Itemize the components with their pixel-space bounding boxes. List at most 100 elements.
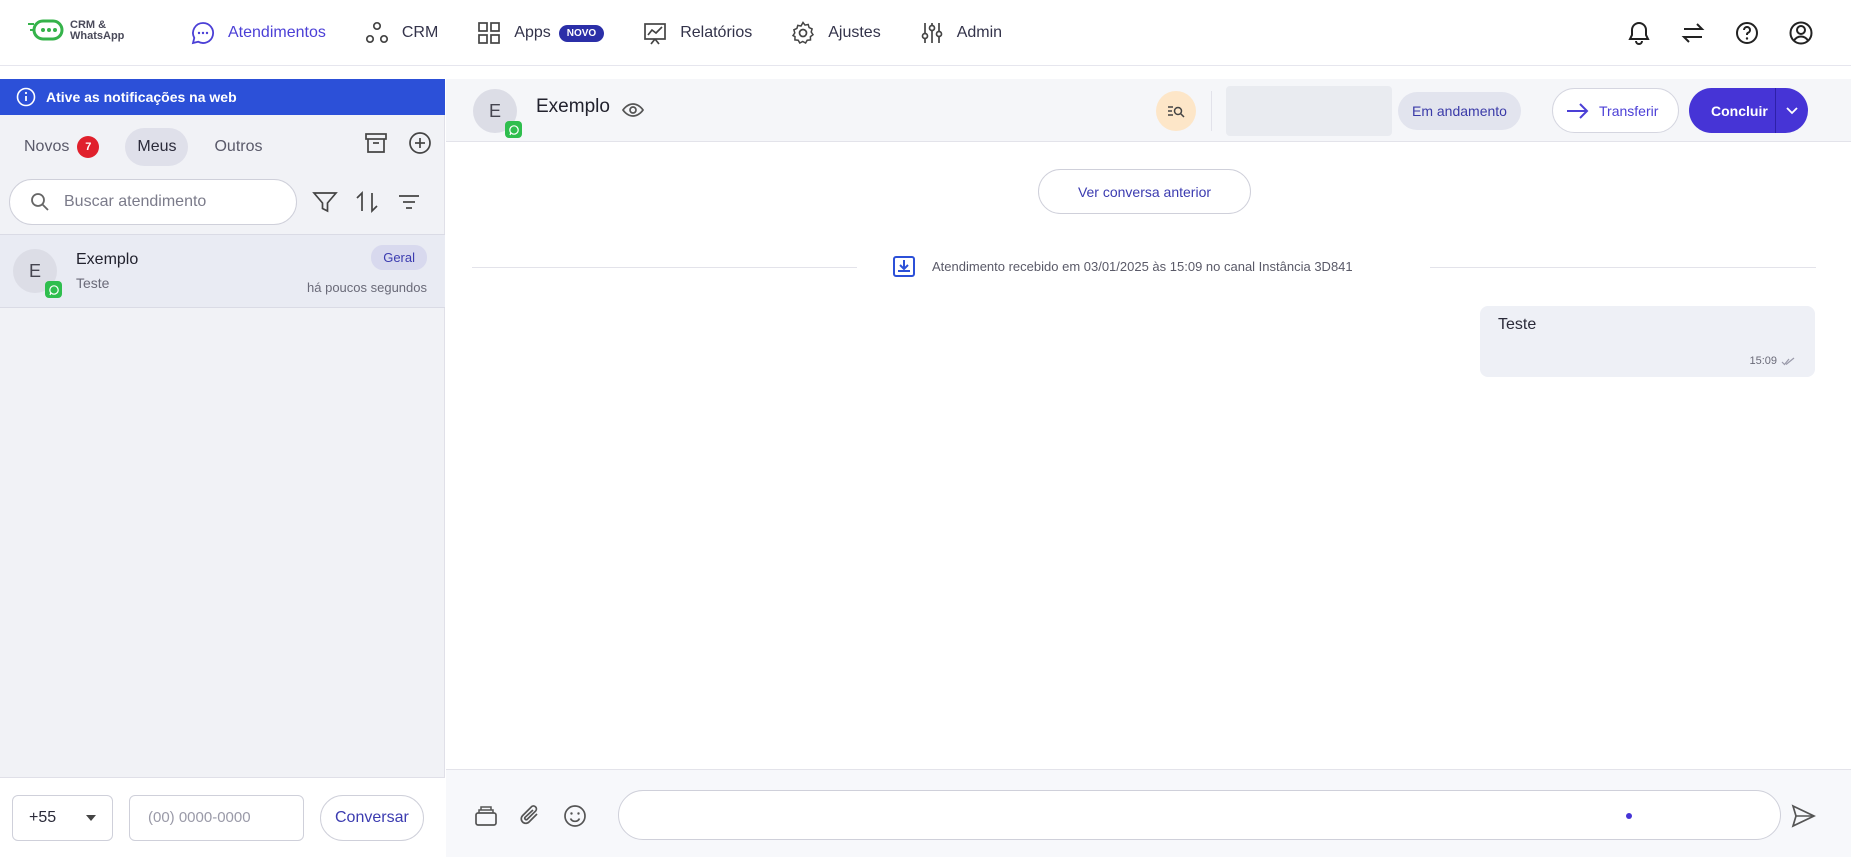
top-right-icons (1625, 0, 1815, 66)
logo[interactable]: CRM & WhatsApp (28, 18, 124, 44)
typing-indicator-dot (1626, 813, 1632, 819)
nav-label-crm: CRM (401, 24, 439, 41)
header-placeholder-area (1226, 86, 1392, 136)
country-code-select[interactable]: +55 (12, 794, 113, 841)
chevron-down-icon (1786, 106, 1798, 114)
conclude-label: Concluir (1711, 102, 1768, 119)
tab-outros-label: Outros (214, 138, 263, 155)
country-code-value: +55 (29, 808, 57, 826)
conversation-name: Exemplo (76, 251, 139, 268)
new-badge: NOVO (558, 24, 605, 42)
quick-replies-icon[interactable] (473, 803, 499, 829)
nav-item-admin[interactable]: Admin (919, 20, 1002, 46)
message-composer (446, 769, 1851, 857)
arrow-right-icon (1567, 102, 1589, 119)
conversation-list-item[interactable]: E Exemplo Teste Geral há poucos segundos (0, 234, 445, 308)
whatsapp-icon (45, 281, 62, 298)
sliders-icon (921, 23, 943, 43)
phone-input[interactable] (148, 809, 288, 826)
novos-count-badge: 7 (77, 136, 100, 158)
emoji-icon[interactable] (562, 803, 588, 829)
gear-icon (792, 21, 815, 44)
avatar-initial: E (28, 260, 41, 281)
search-input[interactable] (64, 193, 274, 211)
system-message: Atendimento recebido em 03/01/2025 às 15… (892, 254, 1353, 278)
logo-line-2: WhatsApp (70, 30, 125, 42)
list-search-icon (1168, 106, 1185, 118)
tab-novos[interactable]: Novos 7 (12, 126, 111, 168)
conversation-tabs: Novos 7 Meus Outros (0, 124, 445, 170)
chat-contact-name[interactable]: Exemplo (536, 96, 610, 118)
transfer-button[interactable]: Transferir (1552, 88, 1679, 133)
chevron-down-icon (86, 814, 96, 821)
tab-outros[interactable]: Outros (202, 128, 274, 166)
eye-icon[interactable] (621, 98, 645, 122)
help-icon[interactable] (1733, 19, 1761, 47)
paperclip-icon[interactable] (518, 803, 544, 829)
app-root: CRM & WhatsApp Atendimentos CRM Apps NOV… (0, 0, 1851, 857)
search-messages-button[interactable] (1156, 91, 1196, 131)
phone-field[interactable] (129, 794, 304, 841)
conversation-time: há poucos segundos (307, 280, 427, 295)
crm-nodes-icon (365, 21, 388, 44)
chat-messages-area: Ver conversa anterior Atendimento recebi… (446, 142, 1851, 769)
swap-arrows-icon[interactable] (1679, 19, 1707, 47)
report-chart-icon (644, 23, 667, 45)
add-circle-icon[interactable] (407, 130, 433, 156)
message-input[interactable] (618, 790, 1781, 840)
divider-line-left (472, 267, 857, 268)
start-conversation-button[interactable]: Conversar (320, 794, 424, 841)
filter-lines-icon[interactable] (395, 188, 423, 216)
nav-item-apps[interactable]: Apps NOVO (476, 20, 605, 46)
conclude-dropdown-toggle[interactable] (1776, 106, 1808, 116)
message-time: 15:09 (1749, 355, 1777, 367)
chat-header: E Exemplo Em andamento Transferir Conclu… (446, 79, 1851, 142)
transfer-label: Transferir (1599, 102, 1659, 119)
new-conversation-footer: +55 Conversar (0, 777, 445, 857)
outgoing-message-bubble[interactable]: Teste 15:09 (1480, 306, 1815, 377)
top-navbar: CRM & WhatsApp Atendimentos CRM Apps NOV… (0, 0, 1851, 66)
message-meta: 15:09 (1749, 355, 1795, 367)
search-icon (31, 193, 49, 211)
logo-text: CRM & WhatsApp (70, 20, 124, 42)
send-icon[interactable] (1790, 803, 1816, 829)
nav-item-crm[interactable]: CRM (364, 20, 438, 46)
header-divider (1211, 91, 1212, 131)
previous-conversation-button[interactable]: Ver conversa anterior (1038, 169, 1251, 214)
tab-meus-label: Meus (137, 138, 177, 155)
info-icon (16, 87, 36, 107)
notification-banner[interactable]: Ative as notificações na web (0, 79, 445, 115)
nav-label-apps: Apps (514, 24, 551, 41)
main-nav: Atendimentos CRM Apps NOVO Relatórios Aj… (190, 0, 1002, 66)
search-box[interactable] (9, 179, 297, 225)
conclude-button[interactable]: Concluir (1689, 88, 1808, 133)
bell-icon[interactable] (1625, 19, 1653, 47)
archive-icon[interactable] (363, 130, 389, 156)
filter-funnel-icon[interactable] (311, 188, 339, 216)
status-badge: Em andamento (1398, 92, 1521, 130)
chat-bubble-icon (191, 22, 215, 45)
divider-line-right (1430, 267, 1816, 268)
tab-meus[interactable]: Meus (125, 128, 189, 166)
nav-item-relatorios[interactable]: Relatórios (642, 20, 752, 46)
apps-grid-icon (478, 22, 501, 44)
conversation-tag: Geral (371, 245, 427, 270)
tab-novos-label: Novos (24, 138, 70, 155)
sort-arrows-icon[interactable] (353, 188, 381, 216)
inbox-download-icon (893, 256, 915, 277)
nav-item-atendimentos[interactable]: Atendimentos (190, 20, 326, 46)
conversation-last-message: Teste (76, 275, 110, 291)
nav-item-ajustes[interactable]: Ajustes (790, 20, 881, 46)
double-check-icon (1781, 357, 1795, 365)
notification-banner-text: Ative as notificações na web (46, 89, 237, 105)
tab-actions (363, 130, 433, 156)
nav-label-relatorios: Relatórios (680, 24, 753, 41)
nav-label-admin: Admin (956, 24, 1003, 41)
whatsapp-icon (505, 121, 522, 138)
system-message-text: Atendimento recebido em 03/01/2025 às 15… (932, 258, 1353, 274)
user-circle-icon[interactable] (1787, 19, 1815, 47)
search-row (0, 178, 445, 226)
nav-label-ajustes: Ajustes (828, 24, 881, 41)
logo-icon (28, 19, 64, 41)
chat-avatar-initial: E (488, 100, 501, 121)
